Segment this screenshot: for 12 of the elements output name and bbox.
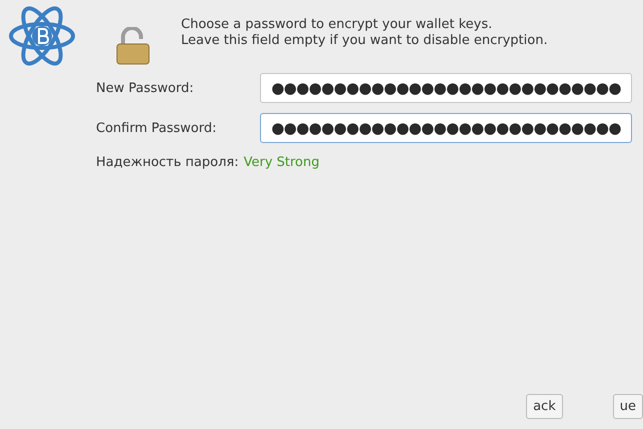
instruction-text: Choose a password to encrypt your wallet keys. xyxy=(181,17,494,33)
field-label: New Password: xyxy=(96,80,195,96)
wizard-button[interactable]: ue xyxy=(612,394,643,419)
instruction-text: Leave this field empty if you want to disable encryption. xyxy=(181,33,548,49)
open-padlock-icon xyxy=(115,27,151,65)
password-field[interactable]: ●●●●●●●●●●●●●●●●●●●●●●●●●●●● xyxy=(260,113,632,143)
wizard-button[interactable]: ack xyxy=(526,394,563,419)
password-field[interactable]: ●●●●●●●●●●●●●●●●●●●●●●●●●●●● xyxy=(260,73,632,103)
field-label: Confirm Password: xyxy=(96,120,218,136)
strength-value: Very Strong xyxy=(244,155,320,170)
strength-label: Надежность пароля: xyxy=(96,155,239,170)
bitcoin-atom-logo-icon xyxy=(8,5,76,67)
